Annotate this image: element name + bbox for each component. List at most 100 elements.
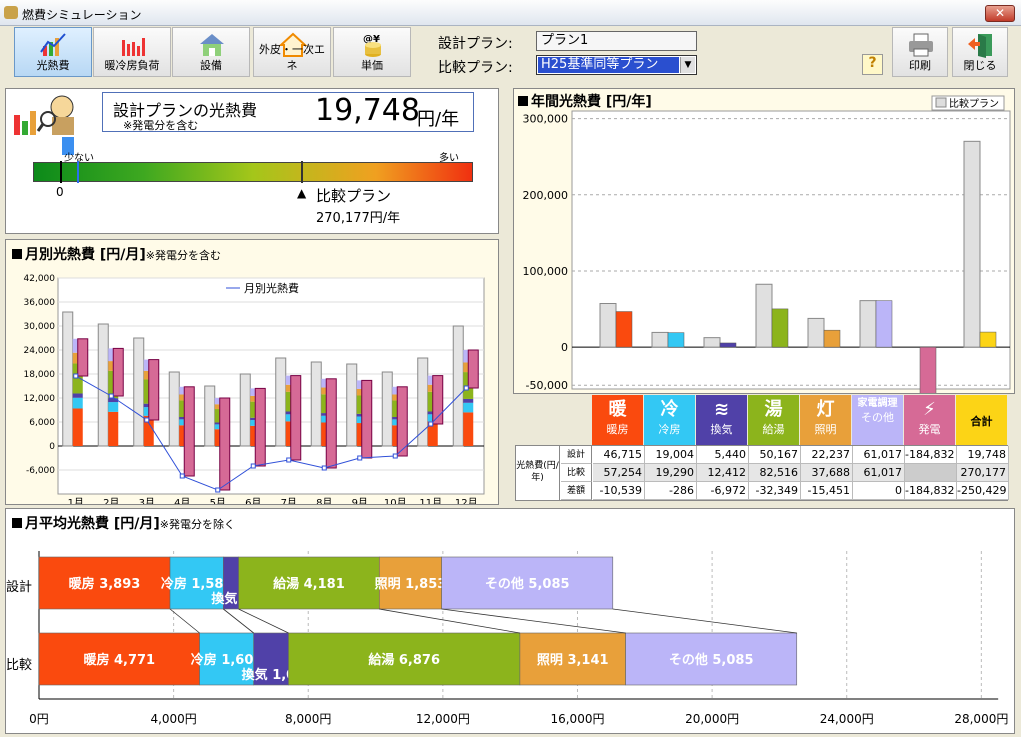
compare-plan-value: H25基準同等プラン [538, 57, 679, 73]
table-cell [905, 464, 957, 482]
series-point [321, 465, 327, 471]
design-month-segment [72, 408, 83, 446]
toolbar-button-equipment[interactable]: 設備 [172, 27, 250, 77]
table-cell: 46,715 [593, 446, 645, 464]
gauge-zero-marker [60, 161, 62, 183]
segment-label: 給湯 4,181 [273, 576, 345, 592]
compare-month-bar [275, 357, 287, 447]
annual-chart-panel: 年間光熱費 [円/年] 300,000 200,000 100,000 0 -50,00… [513, 88, 1015, 394]
chevron-down-icon[interactable]: ▼ [680, 57, 695, 73]
legend-swatch [935, 97, 947, 108]
toolbar-button-unit-price[interactable]: @¥ 単価 [333, 27, 411, 77]
x-tick-label: 1月 [68, 497, 84, 504]
x-tick-label: 24,000円 [820, 712, 874, 726]
category-1-header: 冷冷房 [644, 395, 695, 445]
toolbar-button-heating-load[interactable]: 暖冷房負荷 [93, 27, 171, 77]
window-close-button[interactable]: ✕ [985, 5, 1015, 22]
x-tick-label: 6月 [245, 497, 261, 504]
toolbar-button-envelope[interactable]: 外皮・一次エネ [253, 27, 331, 77]
compare-plan-select[interactable]: H25基準同等プラン ▼ [536, 55, 697, 75]
compare-plan-label: 比較プラン: [438, 60, 513, 76]
series-point [286, 457, 292, 463]
x-tick-label: 4月 [174, 497, 190, 504]
x-tick-label: 0円 [29, 712, 49, 726]
gauge-design-marker [77, 161, 79, 183]
inspector-mascot-icon [14, 95, 74, 135]
segment-label: その他 5,085 [485, 576, 570, 592]
x-tick-label: 12,000円 [416, 712, 470, 726]
help-button[interactable]: ? [862, 54, 883, 75]
design-plan-label: 設計プラン: [438, 36, 513, 52]
table-cell: 61,017 [853, 446, 905, 464]
x-tick-label: 8,000円 [285, 712, 331, 726]
table-cell: 5,440 [697, 446, 749, 464]
exit-button[interactable]: 閉じる [952, 27, 1008, 77]
print-button[interactable]: 印刷 [892, 27, 948, 77]
app-icon [4, 6, 18, 19]
title-bar: 燃費シミュレーション ✕ [0, 0, 1021, 26]
compare-month-bar [239, 373, 251, 447]
connector-line [441, 608, 626, 634]
design-annual-bar [719, 342, 737, 348]
table-cell: 19,004 [645, 446, 697, 464]
compare-month-bar [381, 371, 393, 447]
generation-bar [254, 387, 266, 467]
table-cell: -10,539 [593, 482, 645, 500]
series-point [108, 393, 114, 399]
x-tick-label: 28,000円 [954, 712, 1008, 726]
series-point [463, 385, 469, 391]
x-tick-label: 11月 [419, 497, 442, 504]
generation-bar [77, 338, 89, 377]
category-label: その他 [861, 411, 894, 424]
compare-month-bar [452, 325, 464, 447]
y-tick-label: 100,000 [523, 265, 569, 278]
category-icon: 暖 [608, 399, 627, 420]
coins-icon: @¥ [363, 34, 381, 57]
y-tick-label: 6,000 [29, 418, 55, 428]
compare-plan-marker-label: 比較プラン [316, 187, 392, 205]
table-cell: -184,832 [905, 482, 957, 500]
design-annual-bar [615, 311, 633, 348]
design-annual-bar [771, 308, 789, 348]
category-6-header: ⚡ 発電 [904, 395, 955, 445]
segment-label: 給湯 6,876 [368, 652, 440, 668]
table-cell: -184,832 [905, 446, 957, 464]
triangle-up-icon: ▲ [297, 186, 307, 200]
summary-value: 19,748 [315, 93, 420, 128]
category-0-header: 暖暖房 [592, 395, 643, 445]
series-point [428, 421, 434, 427]
table-group-label: 光熱費(円/年) [516, 446, 560, 500]
x-tick-label: 4,000円 [150, 712, 196, 726]
category-icon: 家電調理 [857, 398, 898, 409]
monthly-average-title: 月平均光熱費 [円/月]※発電分を除く [12, 513, 235, 533]
y-tick-label: 30,000 [24, 322, 56, 332]
design-month-segment [463, 412, 474, 446]
monthly-average-panel: 月平均光熱費 [円/月]※発電分を除く 0円 4,000円 8,000円 12,000… [5, 508, 1015, 734]
design-month-segment [108, 411, 119, 446]
table-row-label: 比較 [561, 464, 592, 482]
legend-label: 比較プラン [949, 97, 999, 110]
monthly-chart-title: 月別光熱費 [円/月]※発電分を含む [12, 244, 221, 264]
x-tick-label: 10月 [384, 497, 407, 504]
toolbar: 光熱費 暖冷房負荷 設備 外皮・一次エネ @¥ 単価 設計プラン: プラン1 比… [0, 27, 1021, 85]
toolbar-button-utility-cost[interactable]: 光熱費 [14, 27, 92, 77]
compare-plan-annual-value: 270,177円/年 [316, 211, 401, 226]
y-tick-label: 24,000 [24, 346, 56, 356]
x-tick-label: 9月 [352, 497, 368, 504]
y-tick-label: 200,000 [523, 189, 569, 202]
x-tick-label: 3月 [139, 497, 155, 504]
category-label: 換気 [710, 423, 733, 436]
segment-label: 照明 1,853 [375, 577, 447, 592]
segment-label: 暖房 4,771 [83, 652, 155, 668]
compare-annual-bar [807, 317, 825, 348]
segment-label: その他 5,085 [669, 652, 754, 668]
monthly-average-chart: 0円 4,000円 8,000円 12,000円 16,000円 20,000円 24,00… [6, 551, 1008, 726]
design-month-segment [108, 402, 119, 412]
bar-chart-icon [122, 38, 145, 56]
generation-bar [112, 347, 124, 397]
compare-annual-bar [755, 283, 773, 348]
category-icon: ≋ [713, 399, 730, 420]
x-tick-label: 8月 [316, 497, 332, 504]
table-row-label: 差額 [561, 482, 592, 500]
connector-line [238, 608, 289, 634]
